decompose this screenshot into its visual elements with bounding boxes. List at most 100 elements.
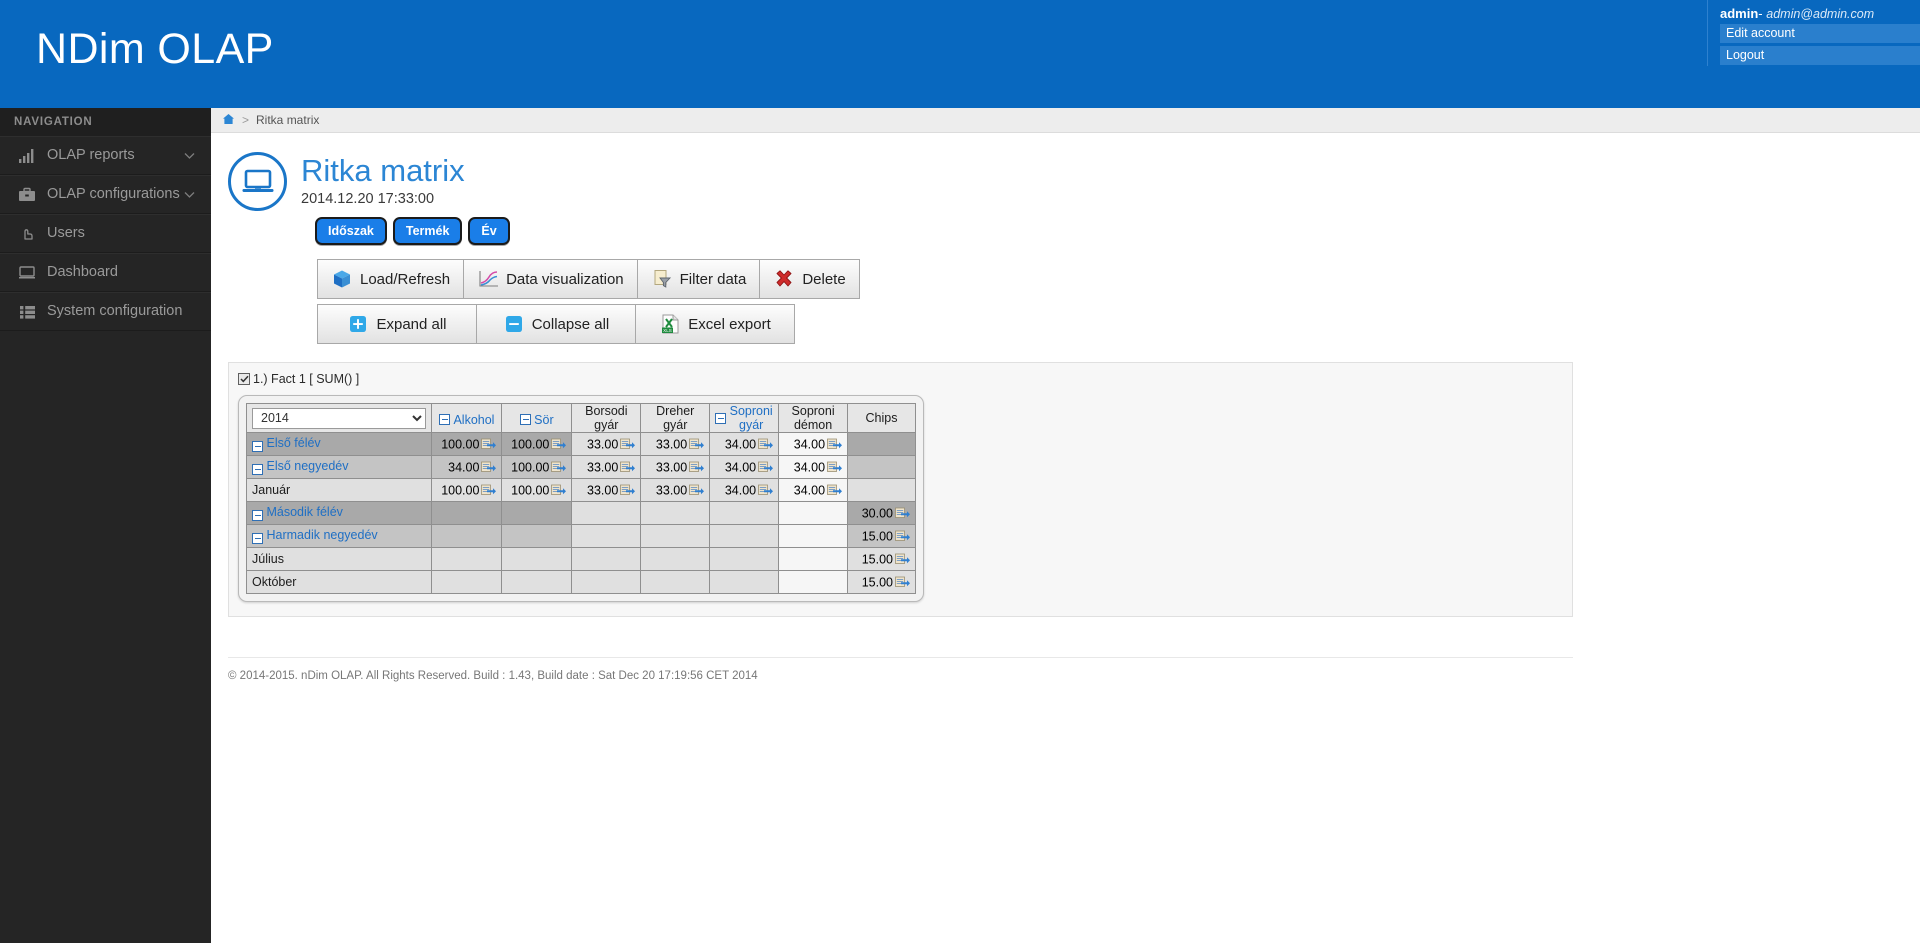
data-cell[interactable] (709, 524, 780, 549)
excel-export-button[interactable]: XLS Excel export (635, 304, 795, 345)
collapse-all-button[interactable]: Collapse all (476, 304, 636, 345)
drill-through-icon[interactable] (481, 438, 497, 450)
data-cell[interactable] (847, 455, 916, 480)
data-visualization-button[interactable]: Data visualization (463, 259, 638, 300)
data-cell[interactable]: 34.00 (431, 455, 503, 480)
data-cell[interactable] (847, 432, 916, 457)
data-cell[interactable] (778, 570, 849, 595)
data-cell[interactable] (709, 547, 780, 572)
edit-account-menu-item[interactable]: Edit account (1720, 24, 1920, 43)
data-cell[interactable] (778, 524, 849, 549)
drill-through-icon[interactable] (758, 484, 774, 496)
fact-checkbox[interactable] (238, 373, 250, 386)
data-cell[interactable]: 34.00 (709, 478, 780, 503)
drill-through-icon[interactable] (689, 461, 705, 473)
sidebar-item-olap-configurations[interactable]: OLAP configurations (0, 175, 211, 214)
sidebar-item-users[interactable]: Users (0, 214, 211, 253)
data-cell[interactable]: 100.00 (501, 478, 573, 503)
drill-through-icon[interactable] (689, 438, 705, 450)
data-cell[interactable] (778, 501, 849, 526)
drill-through-icon[interactable] (481, 484, 497, 496)
drill-through-icon[interactable] (827, 484, 843, 496)
data-cell[interactable]: 15.00 (847, 570, 916, 595)
drill-through-icon[interactable] (620, 438, 636, 450)
collapse-toggle-icon[interactable] (715, 412, 727, 424)
column-header-dreher-gyar[interactable]: Dreher gyár (640, 403, 711, 434)
drill-through-icon[interactable] (827, 438, 843, 450)
data-cell[interactable]: 15.00 (847, 547, 916, 572)
data-cell[interactable] (640, 547, 711, 572)
drill-through-icon[interactable] (551, 461, 567, 473)
drill-through-icon[interactable] (895, 507, 910, 519)
column-header-borsodi-gyar[interactable]: Borsodi gyár (571, 403, 642, 434)
drill-through-icon[interactable] (827, 461, 843, 473)
data-cell[interactable]: 33.00 (571, 432, 642, 457)
drill-through-icon[interactable] (689, 484, 705, 496)
data-cell[interactable] (431, 524, 503, 549)
drill-through-icon[interactable] (758, 461, 774, 473)
home-icon[interactable] (222, 113, 235, 128)
collapse-toggle-icon[interactable] (252, 441, 263, 453)
data-cell[interactable] (709, 501, 780, 526)
drill-through-icon[interactable] (895, 576, 910, 588)
row-header-cell[interactable]: Harmadik negyedév (245, 524, 433, 549)
sidebar-item-system-configuration[interactable]: System configuration (0, 292, 211, 331)
logout-menu-item[interactable]: Logout (1720, 46, 1920, 65)
app-brand-logo[interactable]: NDim OLAP (36, 28, 274, 71)
collapse-toggle-icon[interactable] (520, 414, 532, 426)
data-cell[interactable]: 33.00 (571, 478, 642, 503)
delete-button[interactable]: Delete (759, 259, 860, 300)
data-cell[interactable] (431, 570, 503, 595)
data-cell[interactable] (640, 501, 711, 526)
row-header-cell[interactable]: Július (245, 547, 433, 572)
data-cell[interactable] (571, 524, 642, 549)
collapse-toggle-icon[interactable] (252, 464, 263, 476)
row-header-cell[interactable]: Második félév (245, 501, 433, 526)
data-cell[interactable]: 33.00 (640, 432, 711, 457)
data-cell[interactable]: 30.00 (847, 501, 916, 526)
sidebar-item-dashboard[interactable]: Dashboard (0, 253, 211, 292)
data-cell[interactable]: 34.00 (778, 432, 849, 457)
load-refresh-button[interactable]: Load/Refresh (317, 259, 465, 300)
drill-through-icon[interactable] (481, 461, 497, 473)
data-cell[interactable] (640, 524, 711, 549)
column-header-sor[interactable]: Sör (501, 403, 573, 434)
column-header-alkohol[interactable]: Alkohol (431, 403, 503, 434)
fact-selector[interactable]: 1.) Fact 1 [ SUM() ] (238, 372, 1572, 386)
dimension-pill-idoszak[interactable]: Időszak (315, 216, 387, 246)
data-cell[interactable]: 33.00 (571, 455, 642, 480)
data-cell[interactable] (571, 547, 642, 572)
data-cell[interactable] (640, 570, 711, 595)
drill-through-icon[interactable] (895, 530, 910, 542)
data-cell[interactable] (571, 501, 642, 526)
data-cell[interactable]: 34.00 (709, 432, 780, 457)
drill-through-icon[interactable] (895, 553, 910, 565)
drill-through-icon[interactable] (758, 438, 774, 450)
collapse-toggle-icon[interactable] (252, 510, 263, 522)
data-cell[interactable]: 34.00 (709, 455, 780, 480)
row-header-cell[interactable]: Első félév (245, 432, 433, 457)
data-cell[interactable]: 33.00 (640, 478, 711, 503)
data-cell[interactable]: 100.00 (431, 432, 503, 457)
data-cell[interactable]: 34.00 (778, 455, 849, 480)
collapse-toggle-icon[interactable] (439, 414, 451, 426)
data-cell[interactable] (501, 524, 573, 549)
filter-data-button[interactable]: Filter data (636, 259, 761, 300)
row-header-cell[interactable]: Október (245, 570, 433, 595)
data-cell[interactable] (501, 570, 573, 595)
drill-through-icon[interactable] (620, 461, 636, 473)
data-cell[interactable] (431, 547, 503, 572)
data-cell[interactable]: 15.00 (847, 524, 916, 549)
data-cell[interactable] (501, 547, 573, 572)
data-cell[interactable] (709, 570, 780, 595)
dimension-pill-termek[interactable]: Termék (392, 216, 463, 246)
collapse-toggle-icon[interactable] (252, 533, 263, 545)
dimension-pill-ev[interactable]: Év (468, 216, 510, 246)
column-header-soproni-gyar[interactable]: Soproni gyár (709, 403, 780, 434)
expand-all-button[interactable]: Expand all (317, 304, 477, 345)
data-cell[interactable]: 100.00 (431, 478, 503, 503)
row-header-cell[interactable]: Január (245, 478, 433, 503)
sidebar-item-olap-reports[interactable]: OLAP reports (0, 136, 211, 175)
year-select[interactable]: 2014 (252, 407, 427, 429)
data-cell[interactable]: 34.00 (778, 478, 849, 503)
